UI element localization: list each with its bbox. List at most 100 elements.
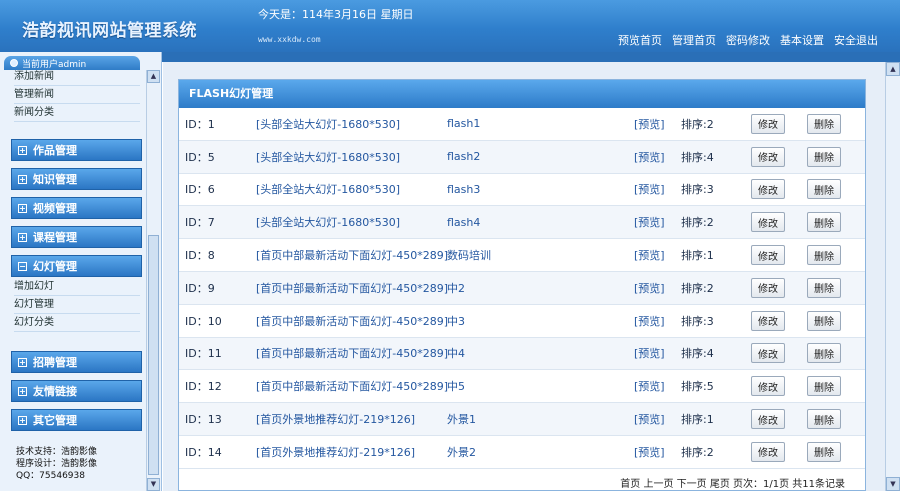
expand-icon: + <box>18 232 27 242</box>
delete-button[interactable]: 删除 <box>807 212 841 233</box>
row-preview-link[interactable]: [预览] <box>634 345 665 361</box>
menu-label: 招聘管理 <box>33 356 77 369</box>
table-row: ID：11 [首页中部最新活动下面幻灯-450*289] 中4 [预览] 排序:4 修改 删… <box>179 337 865 371</box>
menu-works[interactable]: + 作品管理 <box>11 139 142 161</box>
delete-button[interactable]: 删除 <box>807 113 841 134</box>
row-category-link[interactable]: [头部全站大幻灯-1680*530] <box>256 116 400 132</box>
delete-button[interactable]: 删除 <box>807 376 841 397</box>
menu-friend-links[interactable]: + 友情链接 <box>11 380 142 402</box>
delete-button[interactable]: 删除 <box>807 310 841 331</box>
menu-knowledge[interactable]: + 知识管理 <box>11 168 142 190</box>
sidebar-item-slide-category[interactable]: 幻灯分类 <box>14 314 140 332</box>
row-name-link[interactable]: 数码培训 <box>447 247 491 263</box>
edit-button[interactable]: 修改 <box>751 343 785 364</box>
menu-slides[interactable]: − 幻灯管理 <box>11 255 142 277</box>
edit-button[interactable]: 修改 <box>751 310 785 331</box>
menu-label: 视频管理 <box>33 202 77 215</box>
menu-course[interactable]: + 课程管理 <box>11 226 142 248</box>
row-sort: 排序:2 <box>681 445 714 459</box>
row-name-link[interactable]: 外景2 <box>447 444 476 460</box>
nav-logout[interactable]: 安全退出 <box>834 32 878 48</box>
row-name-link[interactable]: flash4 <box>447 216 480 229</box>
row-category-link[interactable]: [首页外景地推荐幻灯-219*126] <box>256 411 415 427</box>
nav-preview-home[interactable]: 预览首页 <box>618 32 662 48</box>
delete-button[interactable]: 删除 <box>807 441 841 462</box>
edit-button[interactable]: 修改 <box>751 441 785 462</box>
pager[interactable]: 首页 上一页 下一页 尾页 页次：1/1页 共11条记录 <box>620 475 845 490</box>
row-name-link[interactable]: 中5 <box>447 378 465 394</box>
sidebar-scrollbar[interactable]: ▲ ▼ <box>146 70 160 491</box>
edit-button[interactable]: 修改 <box>751 245 785 266</box>
row-category-link[interactable]: [头部全站大幻灯-1680*530] <box>256 181 400 197</box>
edit-button[interactable]: 修改 <box>751 146 785 167</box>
row-category-link[interactable]: [首页中部最新活动下面幻灯-450*289] <box>256 345 448 361</box>
nav-change-password[interactable]: 密码修改 <box>726 32 770 48</box>
row-id: ID：12 <box>185 380 222 394</box>
main-scrollbar[interactable]: ▲ ▼ <box>885 62 900 491</box>
scroll-up-icon[interactable]: ▲ <box>886 62 900 76</box>
row-name-link[interactable]: flash3 <box>447 183 480 196</box>
menu-label: 其它管理 <box>33 414 77 427</box>
row-preview-link[interactable]: [预览] <box>634 149 665 165</box>
delete-button[interactable]: 删除 <box>807 179 841 200</box>
edit-button[interactable]: 修改 <box>751 376 785 397</box>
row-name-link[interactable]: flash1 <box>447 117 480 130</box>
scroll-up-icon[interactable]: ▲ <box>147 70 160 83</box>
nav-admin-home[interactable]: 管理首页 <box>672 32 716 48</box>
edit-button[interactable]: 修改 <box>751 409 785 430</box>
row-preview-link[interactable]: [预览] <box>634 214 665 230</box>
delete-button[interactable]: 删除 <box>807 245 841 266</box>
slides-submenu: 增加幻灯 幻灯管理 幻灯分类 <box>14 278 140 332</box>
row-name-link[interactable]: 中3 <box>447 313 465 329</box>
row-name-link[interactable]: 外景1 <box>447 411 476 427</box>
row-name-link[interactable]: 中2 <box>447 280 465 296</box>
row-category-link[interactable]: [首页中部最新活动下面幻灯-450*289] <box>256 378 448 394</box>
news-submenu: 添加新闻 管理新闻 新闻分类 <box>14 68 140 122</box>
table-row: ID：1 [头部全站大幻灯-1680*530] flash1 [预览] 排序:2 修改 删除 <box>179 108 865 141</box>
delete-button[interactable]: 删除 <box>807 277 841 298</box>
edit-button[interactable]: 修改 <box>751 212 785 233</box>
row-preview-link[interactable]: [预览] <box>634 444 665 460</box>
nav-basic-settings[interactable]: 基本设置 <box>780 32 824 48</box>
row-category-link[interactable]: [首页外景地推荐幻灯-219*126] <box>256 444 415 460</box>
edit-button[interactable]: 修改 <box>751 179 785 200</box>
delete-button[interactable]: 删除 <box>807 146 841 167</box>
delete-button[interactable]: 删除 <box>807 343 841 364</box>
row-category-link[interactable]: [头部全站大幻灯-1680*530] <box>256 214 400 230</box>
sidebar-item-manage-slides[interactable]: 幻灯管理 <box>14 296 140 314</box>
row-id: ID：9 <box>185 281 215 295</box>
scroll-thumb[interactable] <box>148 235 159 475</box>
row-preview-link[interactable]: [预览] <box>634 280 665 296</box>
row-category-link[interactable]: [首页中部最新活动下面幻灯-450*289] <box>256 313 448 329</box>
menu-recruitment[interactable]: + 招聘管理 <box>11 351 142 373</box>
edit-button[interactable]: 修改 <box>751 113 785 134</box>
row-category-link[interactable]: [头部全站大幻灯-1680*530] <box>256 149 400 165</box>
row-preview-link[interactable]: [预览] <box>634 378 665 394</box>
date-label: 今天是：114年3月16日 星期日 <box>258 8 414 21</box>
row-preview-link[interactable]: [预览] <box>634 247 665 263</box>
scroll-down-icon[interactable]: ▼ <box>147 478 160 491</box>
menu-other[interactable]: + 其它管理 <box>11 409 142 431</box>
scroll-down-icon[interactable]: ▼ <box>886 477 900 491</box>
row-category-link[interactable]: [首页中部最新活动下面幻灯-450*289] <box>256 280 448 296</box>
row-name-link[interactable]: flash2 <box>447 150 480 163</box>
row-name-link[interactable]: 中4 <box>447 345 465 361</box>
row-sort: 排序:1 <box>681 413 714 427</box>
sidebar-item-add-slide[interactable]: 增加幻灯 <box>14 278 140 296</box>
row-sort: 排序:3 <box>681 314 714 328</box>
menu-label: 知识管理 <box>33 173 77 186</box>
sidebar-item-manage-news[interactable]: 管理新闻 <box>14 86 140 104</box>
delete-button[interactable]: 删除 <box>807 409 841 430</box>
menu-video[interactable]: + 视频管理 <box>11 197 142 219</box>
sidebar-item-news-category[interactable]: 新闻分类 <box>14 104 140 122</box>
sidebar-item-add-news[interactable]: 添加新闻 <box>14 68 140 86</box>
row-category-link[interactable]: [首页中部最新活动下面幻灯-450*289] <box>256 247 448 263</box>
row-preview-link[interactable]: [预览] <box>634 181 665 197</box>
row-preview-link[interactable]: [预览] <box>634 411 665 427</box>
row-preview-link[interactable]: [预览] <box>634 116 665 132</box>
row-preview-link[interactable]: [预览] <box>634 313 665 329</box>
footer-info: 技术支持：浩韵影像 程序设计：浩韵影像 QQ：75546938 <box>16 446 97 482</box>
table-row: ID：5 [头部全站大幻灯-1680*530] flash2 [预览] 排序:4 修改 删除 <box>179 140 865 174</box>
edit-button[interactable]: 修改 <box>751 277 785 298</box>
row-id: ID：1 <box>185 117 215 131</box>
